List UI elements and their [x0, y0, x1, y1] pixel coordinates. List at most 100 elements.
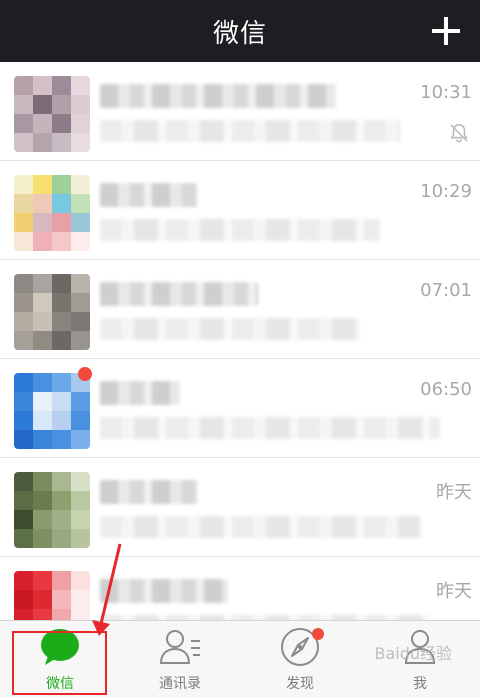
tab-label: 通讯录: [159, 676, 201, 692]
avatar: [14, 571, 90, 620]
avatar-pixel: [71, 175, 90, 194]
plus-icon: [432, 17, 460, 45]
avatar-pixel: [33, 430, 52, 449]
avatar-pixel: [14, 491, 33, 510]
avatar: [14, 175, 90, 251]
avatar-pixel: [52, 232, 71, 251]
avatar-pixel: [52, 430, 71, 449]
avatar-pixel: [52, 472, 71, 491]
avatar: [14, 274, 90, 350]
chat-name-redacted: [100, 480, 198, 504]
tab-label: 我: [413, 676, 427, 692]
avatar-pixel: [52, 274, 71, 293]
avatar-pixel: [71, 590, 90, 609]
chat-bubble-icon: [41, 629, 79, 665]
avatar-pixel: [33, 133, 52, 152]
avatar-pixel: [14, 133, 33, 152]
avatar-pixel: [14, 274, 33, 293]
avatar-pixel: [52, 213, 71, 232]
avatar-pixel: [33, 194, 52, 213]
avatar-pixel: [14, 392, 33, 411]
chat-row[interactable]: 07:01: [0, 260, 480, 359]
avatar-pixel: [33, 274, 52, 293]
person-icon: [404, 630, 436, 664]
avatar-pixel: [33, 590, 52, 609]
avatar-pixel: [52, 133, 71, 152]
avatar-pixel: [71, 392, 90, 411]
avatar-pixel: [14, 373, 33, 392]
avatar-pixel: [71, 472, 90, 491]
mute-icon: [450, 124, 468, 143]
avatar-pixel: [71, 430, 90, 449]
avatar-pixel: [52, 114, 71, 133]
chat-message-redacted: [100, 318, 360, 340]
avatar-pixel: [33, 472, 52, 491]
avatar-pixel: [71, 411, 90, 430]
tab-discover[interactable]: 发现: [240, 621, 360, 697]
chat-row[interactable]: 10:29: [0, 161, 480, 260]
avatar-pixel: [71, 95, 90, 114]
avatar-pixel: [52, 76, 71, 95]
tab-chats[interactable]: 微信: [0, 621, 120, 697]
avatar-pixel: [52, 293, 71, 312]
avatar-pixel: [33, 175, 52, 194]
avatar-pixel: [71, 312, 90, 331]
avatar-pixel: [14, 331, 33, 350]
avatar-pixel: [33, 529, 52, 548]
avatar-pixel: [52, 95, 71, 114]
avatar-pixel: [52, 491, 71, 510]
avatar-pixel: [71, 133, 90, 152]
avatar-pixel: [14, 194, 33, 213]
chat-time: 10:29: [420, 181, 472, 202]
chat-message-redacted: [100, 120, 400, 142]
avatar-pixel: [33, 312, 52, 331]
avatar-pixel: [14, 430, 33, 449]
discover-badge: [312, 628, 324, 640]
contacts-icon: [159, 630, 200, 664]
chat-time: 昨天: [436, 482, 472, 503]
avatar-pixel: [14, 590, 33, 609]
chat-time: 07:01: [420, 280, 472, 301]
chat-message-redacted: [100, 219, 380, 241]
avatar-pixel: [71, 114, 90, 133]
avatar-pixel: [71, 571, 90, 590]
avatar-pixel: [52, 175, 71, 194]
chat-row[interactable]: 10:31: [0, 62, 480, 161]
avatar-pixel: [52, 373, 71, 392]
avatar-pixel: [52, 510, 71, 529]
tab-contacts[interactable]: 通讯录: [120, 621, 240, 697]
avatar-pixel: [14, 411, 33, 430]
chat-time: 昨天: [436, 581, 472, 602]
chat-message-redacted: [100, 516, 420, 538]
avatar-pixel: [14, 510, 33, 529]
tab-label: 微信: [46, 676, 74, 692]
chat-name-redacted: [100, 282, 258, 306]
avatar-pixel: [52, 331, 71, 350]
avatar-pixel: [14, 472, 33, 491]
chat-name-redacted: [100, 183, 198, 207]
avatar-pixel: [14, 609, 33, 620]
chat-row[interactable]: 昨天: [0, 458, 480, 557]
avatar-pixel: [14, 232, 33, 251]
avatar-pixel: [33, 95, 52, 114]
avatar: [14, 76, 90, 152]
avatar-pixel: [14, 175, 33, 194]
avatar-pixel: [71, 213, 90, 232]
chat-row[interactable]: 昨天: [0, 557, 480, 620]
avatar-pixel: [33, 331, 52, 350]
add-button[interactable]: [426, 11, 466, 51]
avatar: [14, 373, 90, 449]
avatar-pixel: [71, 232, 90, 251]
avatar-pixel: [33, 373, 52, 392]
avatar-pixel: [52, 529, 71, 548]
avatar-pixel: [33, 491, 52, 510]
tab-me[interactable]: 我: [360, 621, 480, 697]
avatar-pixel: [52, 312, 71, 331]
avatar-pixel: [71, 76, 90, 95]
avatar-pixel: [33, 213, 52, 232]
avatar-pixel: [14, 95, 33, 114]
avatar-pixel: [14, 213, 33, 232]
chat-row[interactable]: 06:50: [0, 359, 480, 458]
avatar-pixel: [14, 76, 33, 95]
tab-label: 发现: [286, 676, 314, 692]
